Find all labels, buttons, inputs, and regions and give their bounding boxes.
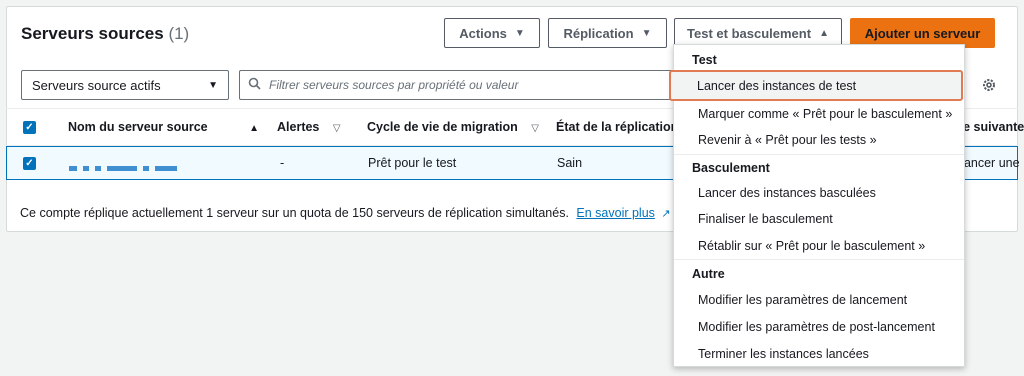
menu-item-edit-launch-settings[interactable]: Modifier les paramètres de lancement [698,293,907,307]
add-server-label: Ajouter un serveur [864,25,981,41]
menu-item-launch-test[interactable]: Lancer des instances de test [669,70,963,101]
menu-item-launch-test-label: Lancer des instances de test [697,79,857,93]
menu-item-edit-post-launch-settings[interactable]: Modifier les paramètres de post-lancemen… [698,320,935,334]
column-header-name[interactable]: Nom du serveur source ▲ [68,120,259,134]
row-checkbox[interactable]: ✓ [23,157,36,170]
search-icon [248,77,261,93]
test-cutover-label: Test et basculement [687,25,812,41]
external-link-icon: ↗ [661,208,671,220]
caret-down-icon: ▼ [208,79,218,91]
menu-group-other: Autre [692,267,725,281]
column-label: État de la réplication [556,120,679,134]
column-header-alerts[interactable]: Alertes ▽ [277,120,341,134]
page-title: Serveurs sources (1) [21,24,189,44]
gear-icon[interactable] [981,77,997,98]
menu-item-terminate-instances[interactable]: Terminer les instances lancées [698,347,869,361]
status-filter-value: Serveurs source actifs [32,77,161,93]
row-next-step: Lancer une [957,156,1020,170]
actions-label: Actions [459,25,507,41]
actions-button[interactable]: Actions ▼ [444,18,540,48]
server-name-redacted [69,161,183,175]
menu-item-finalize-cutover[interactable]: Finaliser le basculement [698,212,833,226]
menu-group-cutover: Basculement [692,161,770,175]
quota-footer: Ce compte réplique actuellement 1 serveu… [20,206,671,220]
row-replication-state: Sain [557,156,583,170]
learn-more-link[interactable]: En savoir plus [576,206,655,220]
server-count: (1) [168,24,190,43]
sort-icon: ▽ [531,123,539,134]
menu-item-revert-ready-testing[interactable]: Revenir à « Prêt pour les tests » [698,133,877,147]
column-header-replication[interactable]: État de la réplication [556,120,678,134]
caret-down-icon: ▼ [514,27,525,39]
title-text: Serveurs sources [21,24,164,43]
search-input[interactable] [267,77,670,93]
column-label: Alertes [277,120,320,134]
search-filter[interactable] [239,70,679,100]
menu-item-revert-ready-cutover[interactable]: Rétablir sur « Prêt pour le basculement … [698,239,925,253]
menu-item-launch-cutover[interactable]: Lancer des instances basculées [698,186,876,200]
replication-label: Réplication [563,25,634,41]
caret-up-icon: ▲ [819,27,829,39]
menu-item-mark-ready-cutover[interactable]: Marquer comme « Prêt pour le basculement… [698,107,952,121]
status-filter-select[interactable]: Serveurs source actifs ▼ [21,70,229,100]
column-label: Nom du serveur source [68,120,208,134]
menu-group-test: Test [692,53,717,67]
row-alerts: - [280,156,285,170]
column-label: Cycle de vie de migration [367,120,518,134]
sort-asc-icon: ▲ [249,123,260,134]
column-header-lifecycle[interactable]: Cycle de vie de migration ▽ [367,120,539,134]
sort-icon: ▽ [332,123,341,134]
select-all-checkbox[interactable]: ✓ [23,121,36,134]
row-lifecycle: Prêt pour le test [368,156,457,170]
quota-text: Ce compte réplique actuellement 1 serveu… [20,206,569,220]
caret-down-icon: ▼ [641,27,652,39]
replication-button[interactable]: Réplication ▼ [548,18,667,48]
